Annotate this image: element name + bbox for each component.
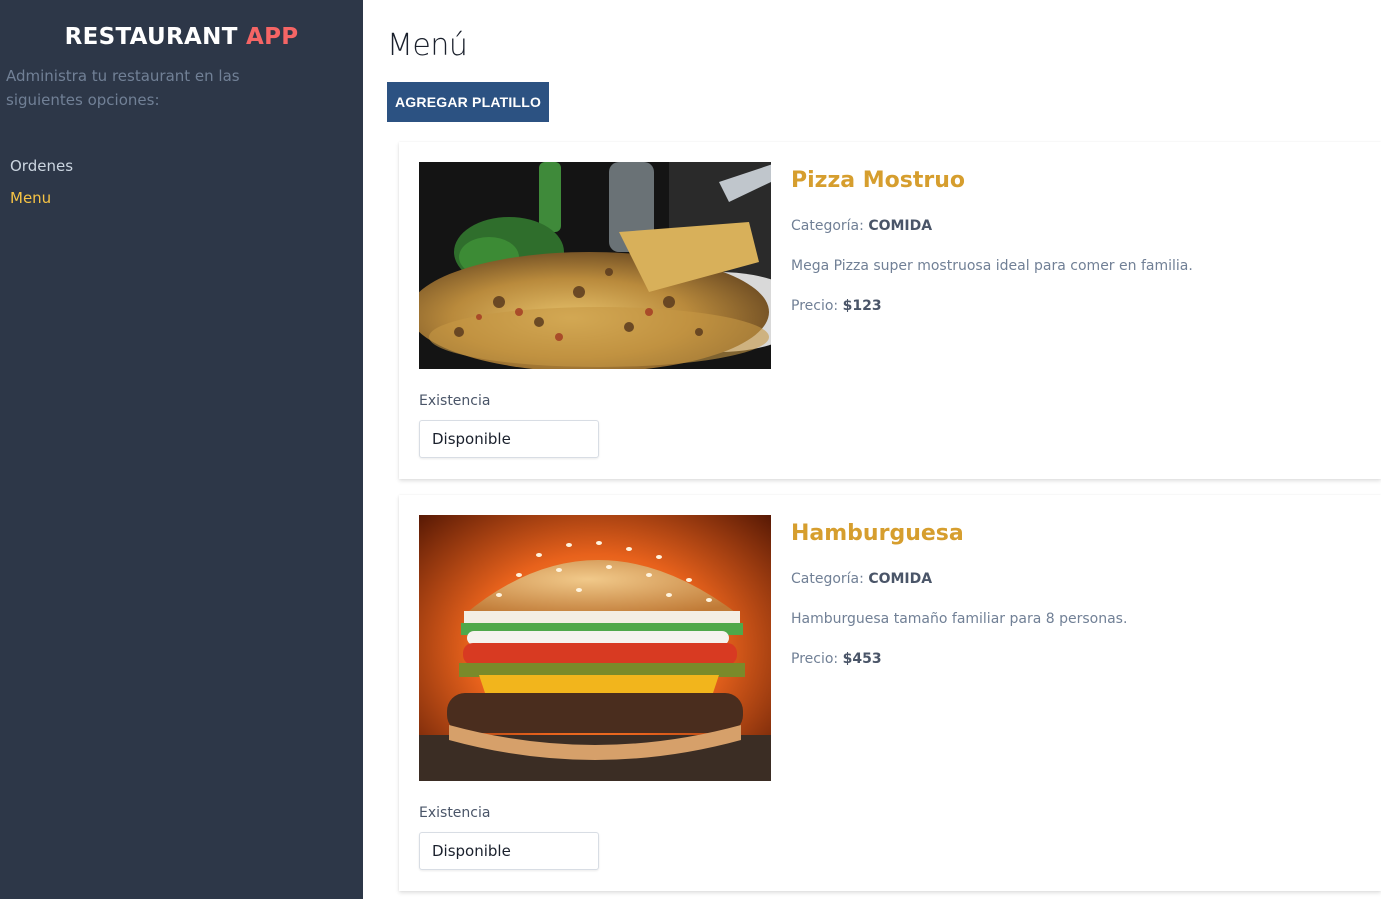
burger-image bbox=[419, 515, 771, 781]
sidebar-description: Administra tu restaurant en las siguient… bbox=[6, 67, 240, 109]
item-info: Pizza Mostruo Categoría: COMIDA Mega Piz… bbox=[771, 162, 1193, 369]
price-value: $123 bbox=[842, 298, 882, 314]
app-root: RESTAURANT APP Administra tu restaurant … bbox=[0, 0, 1381, 899]
brand-accent: APP bbox=[246, 24, 299, 50]
category-value: COMIDA bbox=[868, 218, 933, 234]
sidebar-nav: Ordenes Menu bbox=[6, 156, 357, 208]
price-value: $453 bbox=[842, 651, 882, 667]
item-description: Hamburguesa tamaño familiar para 8 perso… bbox=[791, 611, 1128, 627]
item-info: Hamburguesa Categoría: COMIDA Hamburgues… bbox=[771, 515, 1127, 781]
main-content: Menú AGREGAR PLATILLO Pizza Mostruo Cate… bbox=[363, 0, 1381, 899]
stock-label: Existencia bbox=[419, 393, 491, 409]
price-label: Precio: bbox=[791, 651, 839, 667]
item-name: Pizza Mostruo bbox=[791, 168, 966, 193]
category-value: COMIDA bbox=[868, 571, 933, 587]
item-category: Categoría: COMIDA bbox=[791, 216, 1193, 236]
pizza-image bbox=[419, 162, 771, 369]
sidebar: RESTAURANT APP Administra tu restaurant … bbox=[0, 0, 363, 899]
category-label: Categoría: bbox=[791, 571, 864, 587]
stock-select[interactable]: Disponible bbox=[419, 832, 599, 870]
item-description: Mega Pizza super mostruosa ideal para co… bbox=[791, 258, 1193, 274]
menu-item-card: Pizza Mostruo Categoría: COMIDA Mega Piz… bbox=[399, 142, 1381, 479]
category-label: Categoría: bbox=[791, 218, 864, 234]
item-price: Precio: $123 bbox=[791, 296, 1193, 316]
price-label: Precio: bbox=[791, 298, 839, 314]
item-price: Precio: $453 bbox=[791, 649, 1127, 669]
stock-label: Existencia bbox=[419, 805, 491, 821]
brand-logo: RESTAURANT APP bbox=[6, 24, 357, 50]
brand-main: RESTAURANT bbox=[64, 24, 238, 50]
item-name: Hamburguesa bbox=[791, 521, 964, 546]
stock-select[interactable]: Disponible bbox=[419, 420, 599, 458]
sidebar-item-menu[interactable]: Menu bbox=[10, 188, 357, 208]
menu-item-card: Hamburguesa Categoría: COMIDA Hamburgues… bbox=[399, 495, 1381, 891]
sidebar-item-ordenes[interactable]: Ordenes bbox=[10, 156, 357, 176]
page-title: Menú bbox=[387, 28, 468, 63]
item-category: Categoría: COMIDA bbox=[791, 569, 1127, 589]
add-dish-button[interactable]: AGREGAR PLATILLO bbox=[387, 82, 550, 122]
